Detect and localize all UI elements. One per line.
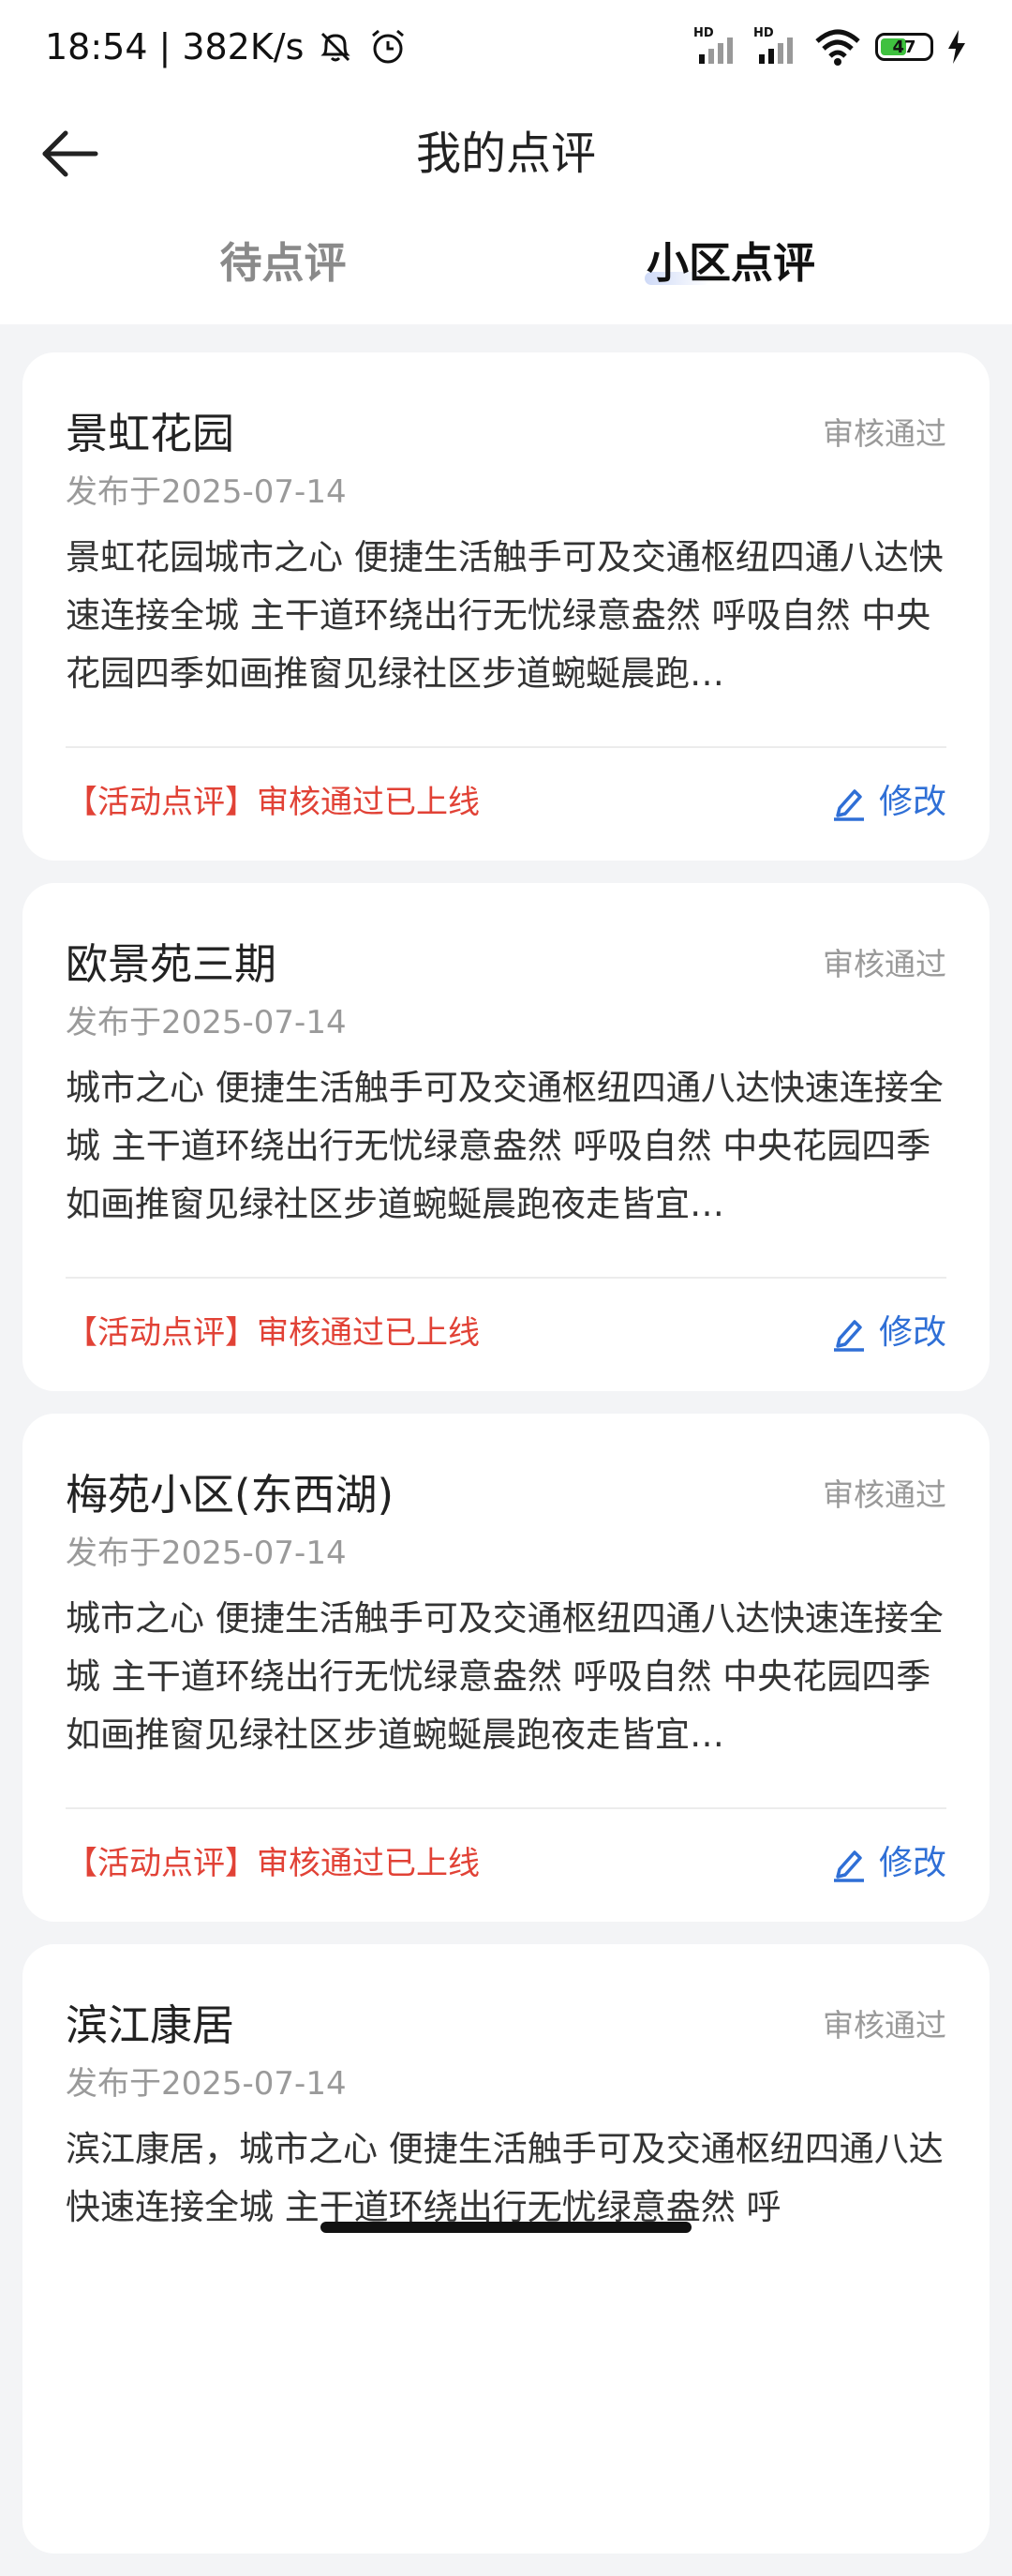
review-status: 审核通过 — [823, 1476, 946, 1513]
tab-community-review[interactable]: 小区点评 — [590, 231, 871, 296]
status-separator: | — [158, 26, 171, 67]
edit-button[interactable]: 修改 — [830, 1837, 946, 1890]
divider — [66, 1807, 946, 1809]
review-card[interactable]: 欧景苑三期 审核通过 发布于2025-07-14 城市之心 便捷生活触手可及交通… — [22, 883, 990, 1391]
review-content: 景虹花园城市之心 便捷生活触手可及交通枢纽四通八达快速连接全城 主干道环绕出行无… — [66, 537, 944, 694]
edit-pencil-icon — [833, 1320, 864, 1352]
community-name: 梅苑小区(东西湖) — [66, 1470, 394, 1520]
review-content: 滨江康居，城市之心 便捷生活触手可及交通枢纽四通八达快速连接全城 主干道环绕出行… — [66, 2129, 944, 2227]
review-card[interactable]: 景虹花园 审核通过 发布于2025-07-14 景虹花园城市之心 便捷生活触手可… — [22, 352, 990, 861]
publish-date: 发布于2025-07-14 — [66, 1004, 347, 1041]
edit-label: 修改 — [878, 1844, 946, 1882]
page-title: 我的点评 — [415, 127, 596, 180]
signal-icon: HD — [753, 26, 800, 67]
review-status: 审核通过 — [823, 946, 946, 982]
edit-pencil-icon — [833, 1850, 864, 1882]
community-name: 滨江康居 — [66, 2000, 235, 2050]
publish-date: 发布于2025-07-14 — [66, 1535, 347, 1572]
review-status: 审核通过 — [823, 415, 946, 452]
alarm-icon — [372, 29, 405, 64]
status-right: HD HD 47 — [693, 26, 967, 67]
battery-icon: 47 — [875, 33, 933, 61]
battery-level: 47 — [892, 37, 916, 57]
edit-label: 修改 — [878, 1313, 946, 1352]
review-card[interactable]: 滨江康居 审核通过 发布于2025-07-14 滨江康居，城市之心 便捷生活触手… — [22, 1944, 990, 2554]
signal-icon: HD — [693, 26, 740, 67]
edit-pencil-icon — [833, 789, 864, 821]
divider — [66, 1277, 946, 1279]
header: 我的点评 待点评 小区点评 — [0, 94, 1012, 324]
edit-label: 修改 — [878, 783, 946, 821]
wifi-icon — [815, 29, 860, 66]
home-indicator[interactable] — [320, 2222, 692, 2233]
status-left: 18:54 | 382K/s — [45, 22, 409, 71]
review-card[interactable]: 梅苑小区(东西湖) 审核通过 发布于2025-07-14 城市之心 便捷生活触手… — [22, 1414, 990, 1922]
review-content: 城市之心 便捷生活触手可及交通枢纽四通八达快速连接全城 主干道环绕出行无忧绿意盎… — [66, 1598, 944, 1755]
status-bar: 18:54 | 382K/s HD HD 47 — [0, 0, 1012, 94]
edit-button[interactable]: 修改 — [830, 1307, 946, 1359]
mute-bell-icon — [320, 32, 351, 62]
publish-date: 发布于2025-07-14 — [66, 473, 347, 511]
activity-tag: 【活动点评】审核通过已上线 — [66, 1314, 480, 1352]
divider — [66, 746, 946, 748]
community-name: 欧景苑三期 — [66, 939, 277, 989]
tab-pending-review[interactable]: 待点评 — [142, 231, 424, 296]
review-content: 城市之心 便捷生活触手可及交通枢纽四通八达快速连接全城 主干道环绕出行无忧绿意盎… — [66, 1068, 944, 1224]
activity-tag: 【活动点评】审核通过已上线 — [66, 1845, 480, 1882]
network-speed: 382K/s — [182, 26, 305, 67]
review-status: 审核通过 — [823, 2007, 946, 2044]
charging-icon — [948, 30, 965, 64]
community-name: 景虹花园 — [66, 409, 235, 458]
review-list: 景虹花园 审核通过 发布于2025-07-14 景虹花园城市之心 便捷生活触手可… — [22, 352, 990, 2576]
activity-tag: 【活动点评】审核通过已上线 — [66, 784, 480, 821]
status-time: 18:54 — [45, 26, 148, 67]
publish-date: 发布于2025-07-14 — [66, 2065, 347, 2103]
edit-button[interactable]: 修改 — [830, 776, 946, 829]
